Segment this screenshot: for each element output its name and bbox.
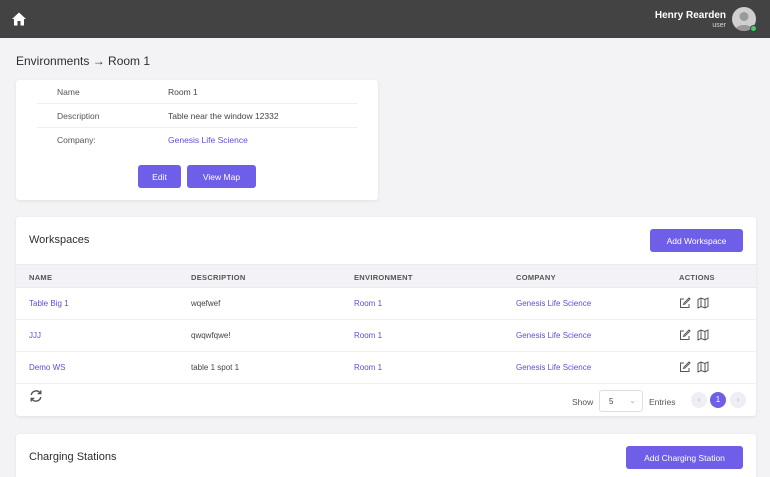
page-button-1[interactable]: 1 — [710, 392, 726, 408]
detail-row-name: Name Room 1 — [37, 80, 357, 104]
refresh-icon[interactable] — [29, 389, 43, 403]
entries-label: Entries — [649, 397, 676, 407]
next-page-button[interactable]: › — [730, 392, 746, 408]
environment-link[interactable]: Room 1 — [354, 299, 382, 308]
environment-link[interactable]: Room 1 — [354, 331, 382, 340]
company-link[interactable]: Genesis Life Science — [516, 299, 591, 308]
chevron-down-icon: ⌄ — [629, 396, 636, 405]
online-status-indicator — [750, 25, 757, 32]
map-icon[interactable] — [697, 361, 709, 373]
column-header-name: NAME — [29, 273, 53, 282]
breadcrumb: Environments → Room 1 — [16, 54, 151, 68]
view-map-button[interactable]: View Map — [187, 165, 256, 188]
column-header-description: DESCRIPTION — [191, 273, 246, 282]
workspaces-title: Workspaces — [29, 234, 90, 246]
table-header: NAME DESCRIPTION ENVIRONMENT COMPANY ACT… — [16, 264, 756, 288]
table-row: Demo WS table 1 spot 1 Room 1 Genesis Li… — [16, 352, 756, 384]
map-icon[interactable] — [697, 297, 709, 309]
detail-label: Description — [57, 111, 100, 121]
workspace-name-link[interactable]: JJJ — [29, 331, 41, 340]
detail-row-company: Company: Genesis Life Science — [37, 128, 357, 152]
show-label: Show — [572, 397, 594, 407]
entries-value: 5 — [609, 397, 614, 406]
column-header-company: COMPANY — [516, 273, 556, 282]
workspace-description: table 1 spot 1 — [191, 363, 240, 372]
company-link[interactable]: Genesis Life Science — [168, 135, 248, 145]
company-link[interactable]: Genesis Life Science — [516, 331, 591, 340]
map-icon[interactable] — [697, 329, 709, 341]
detail-value: Table near the window 12332 — [168, 111, 279, 121]
home-icon[interactable] — [11, 11, 27, 27]
user-role: user — [712, 22, 726, 29]
table-row: JJJ qwqwfqwe! Room 1 Genesis Life Scienc… — [16, 320, 756, 352]
workspaces-card: Workspaces Add Workspace NAME DESCRIPTIO… — [16, 217, 756, 416]
charging-stations-title: Charging Stations — [29, 451, 117, 463]
prev-page-button[interactable]: ‹ — [691, 392, 707, 408]
workspace-description: wqefwef — [191, 299, 221, 308]
add-charging-station-button[interactable]: Add Charging Station — [626, 446, 743, 469]
column-header-environment: ENVIRONMENT — [354, 273, 413, 282]
column-header-actions: ACTIONS — [679, 273, 715, 282]
detail-row-description: Description Table near the window 12332 — [37, 104, 357, 128]
edit-icon[interactable] — [679, 297, 691, 309]
table-row: Table Big 1 wqefwef Room 1 Genesis Life … — [16, 288, 756, 320]
workspace-name-link[interactable]: Table Big 1 — [29, 299, 69, 308]
top-bar: Henry Rearden user — [0, 0, 770, 38]
user-name[interactable]: Henry Rearden — [655, 10, 726, 21]
detail-value: Room 1 — [168, 87, 198, 97]
workspace-name-link[interactable]: Demo WS — [29, 363, 65, 372]
environment-details-card: Name Room 1 Description Table near the w… — [16, 80, 378, 200]
add-workspace-button[interactable]: Add Workspace — [650, 229, 743, 252]
company-link[interactable]: Genesis Life Science — [516, 363, 591, 372]
charging-stations-card: Charging Stations Add Charging Station — [16, 434, 756, 477]
edit-button[interactable]: Edit — [138, 165, 181, 188]
edit-icon[interactable] — [679, 361, 691, 373]
workspace-description: qwqwfqwe! — [191, 331, 231, 340]
entries-per-page-select[interactable]: 5 ⌄ — [599, 390, 643, 412]
detail-label: Name — [57, 87, 80, 97]
environment-link[interactable]: Room 1 — [354, 363, 382, 372]
detail-label: Company: — [57, 135, 96, 145]
edit-icon[interactable] — [679, 329, 691, 341]
